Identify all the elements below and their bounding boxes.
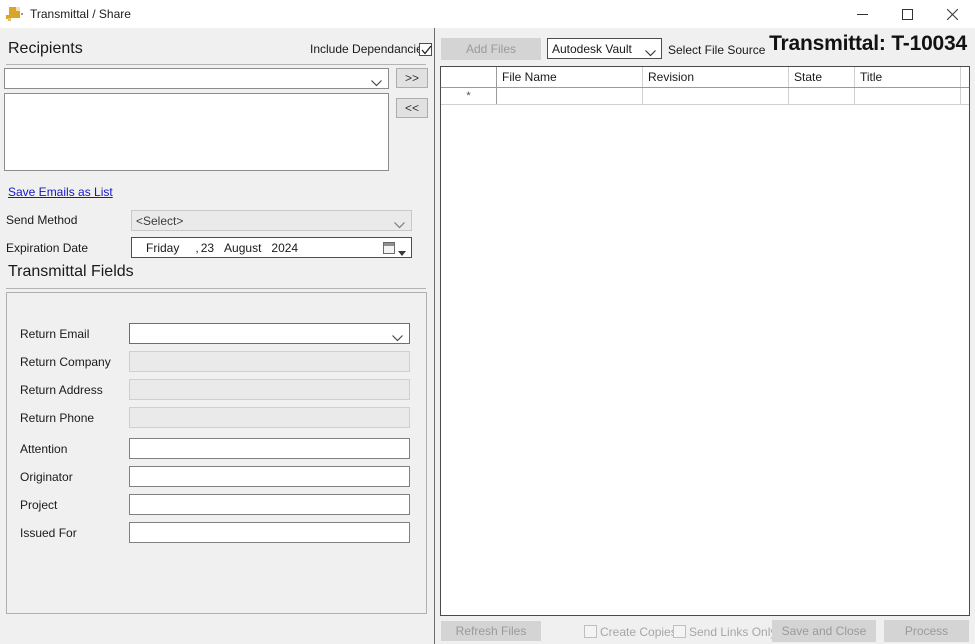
window-controls [840,0,975,28]
field-label-7: Issued For [20,526,77,540]
file-source-select[interactable]: Autodesk Vault [547,38,662,59]
send-method-value: <Select> [132,214,183,228]
title-bar: Transmittal / Share [0,0,975,28]
recipient-combo[interactable] [4,68,389,89]
left-panel: Recipients >> << Save Emails as List Sen… [0,28,433,644]
field-input-0[interactable] [129,323,410,344]
window-title: Transmittal / Share [30,7,131,21]
chevron-down-icon [371,76,382,90]
expiration-month: August [224,241,261,255]
create-copies-checkbox[interactable] [584,625,597,638]
field-input-1 [129,351,410,372]
column-header-revision[interactable]: Revision [643,67,789,88]
maximize-icon[interactable] [885,0,930,28]
cell-file-name[interactable] [497,88,643,105]
close-icon[interactable] [930,0,975,28]
save-emails-as-list-link[interactable]: Save Emails as List [8,185,113,199]
recipients-heading: Recipients [8,40,83,58]
field-input-2 [129,379,410,400]
field-label-2: Return Address [20,383,103,397]
recipient-list[interactable] [4,93,389,171]
chevron-down-icon [394,218,405,232]
check-icon [421,45,432,56]
minimize-icon[interactable] [840,0,885,28]
save-and-close-button[interactable]: Save and Close [772,620,876,642]
process-button[interactable]: Process [884,620,969,642]
include-dependancies-checkbox[interactable] [419,43,432,56]
cell-revision[interactable] [643,88,789,105]
field-input-3 [129,407,410,428]
column-header-state[interactable]: State [789,67,855,88]
field-input-6[interactable] [129,494,410,515]
remove-recipient-button[interactable]: << [396,98,428,118]
cell-filler [961,88,971,105]
transmittal-number-title: Transmittal: T-10034 [769,32,967,56]
recipients-divider [6,64,426,65]
field-label-1: Return Company [20,355,111,369]
field-input-7[interactable] [129,522,410,543]
chevron-down-icon [392,331,403,345]
file-source-value: Autodesk Vault [548,42,632,56]
column-header-rowindicator[interactable] [441,67,497,88]
transmittal-share-window: Transmittal / Share Recipients >> << Sav… [0,0,975,644]
send-method-select[interactable]: <Select> [131,210,412,231]
chevron-down-icon [645,46,656,60]
send-method-label: Send Method [6,213,77,227]
vault-app-icon [6,6,22,22]
expiration-weekday: Friday [146,241,179,255]
column-header-file-name[interactable]: File Name [497,67,643,88]
field-label-0: Return Email [20,327,89,341]
field-input-5[interactable] [129,466,410,487]
column-header-filler [961,67,971,88]
field-label-6: Project [20,498,57,512]
cell-state[interactable] [789,88,855,105]
send-links-only-label: Send Links Only [689,625,776,639]
field-input-4[interactable] [129,438,410,459]
transmittal-fields-divider [6,288,426,289]
expiration-year: 2024 [271,241,298,255]
row-indicator-cell[interactable]: * [441,88,497,105]
add-recipient-button[interactable]: >> [396,68,428,88]
expiration-comma: , [195,241,198,255]
calendar-icon[interactable] [383,242,395,254]
file-grid-body: * [441,88,970,105]
file-grid-table: File Name Revision State Title * [441,67,970,105]
expiration-date-picker[interactable]: Friday , 23 August 2024 [131,237,412,258]
file-grid[interactable]: File Name Revision State Title * [440,66,970,616]
add-files-button[interactable]: Add Files [441,38,541,60]
field-label-4: Attention [20,442,67,456]
panel-splitter[interactable] [433,28,437,644]
field-label-5: Originator [20,470,73,484]
file-grid-header-row: File Name Revision State Title [441,67,970,88]
chevron-down-icon[interactable] [398,246,406,260]
transmittal-fields-heading: Transmittal Fields [8,263,134,281]
expiration-date-label: Expiration Date [6,241,88,255]
expiration-day-number: 23 [201,241,214,255]
table-row[interactable]: * [441,88,970,105]
include-dependancies-label: Include Dependancies [310,42,429,56]
select-file-source-label: Select File Source [668,43,765,57]
cell-title[interactable] [855,88,961,105]
create-copies-label: Create Copies [600,625,677,639]
send-links-only-checkbox[interactable] [673,625,686,638]
refresh-files-button[interactable]: Refresh Files [441,621,541,641]
column-header-title[interactable]: Title [855,67,961,88]
field-label-3: Return Phone [20,411,94,425]
